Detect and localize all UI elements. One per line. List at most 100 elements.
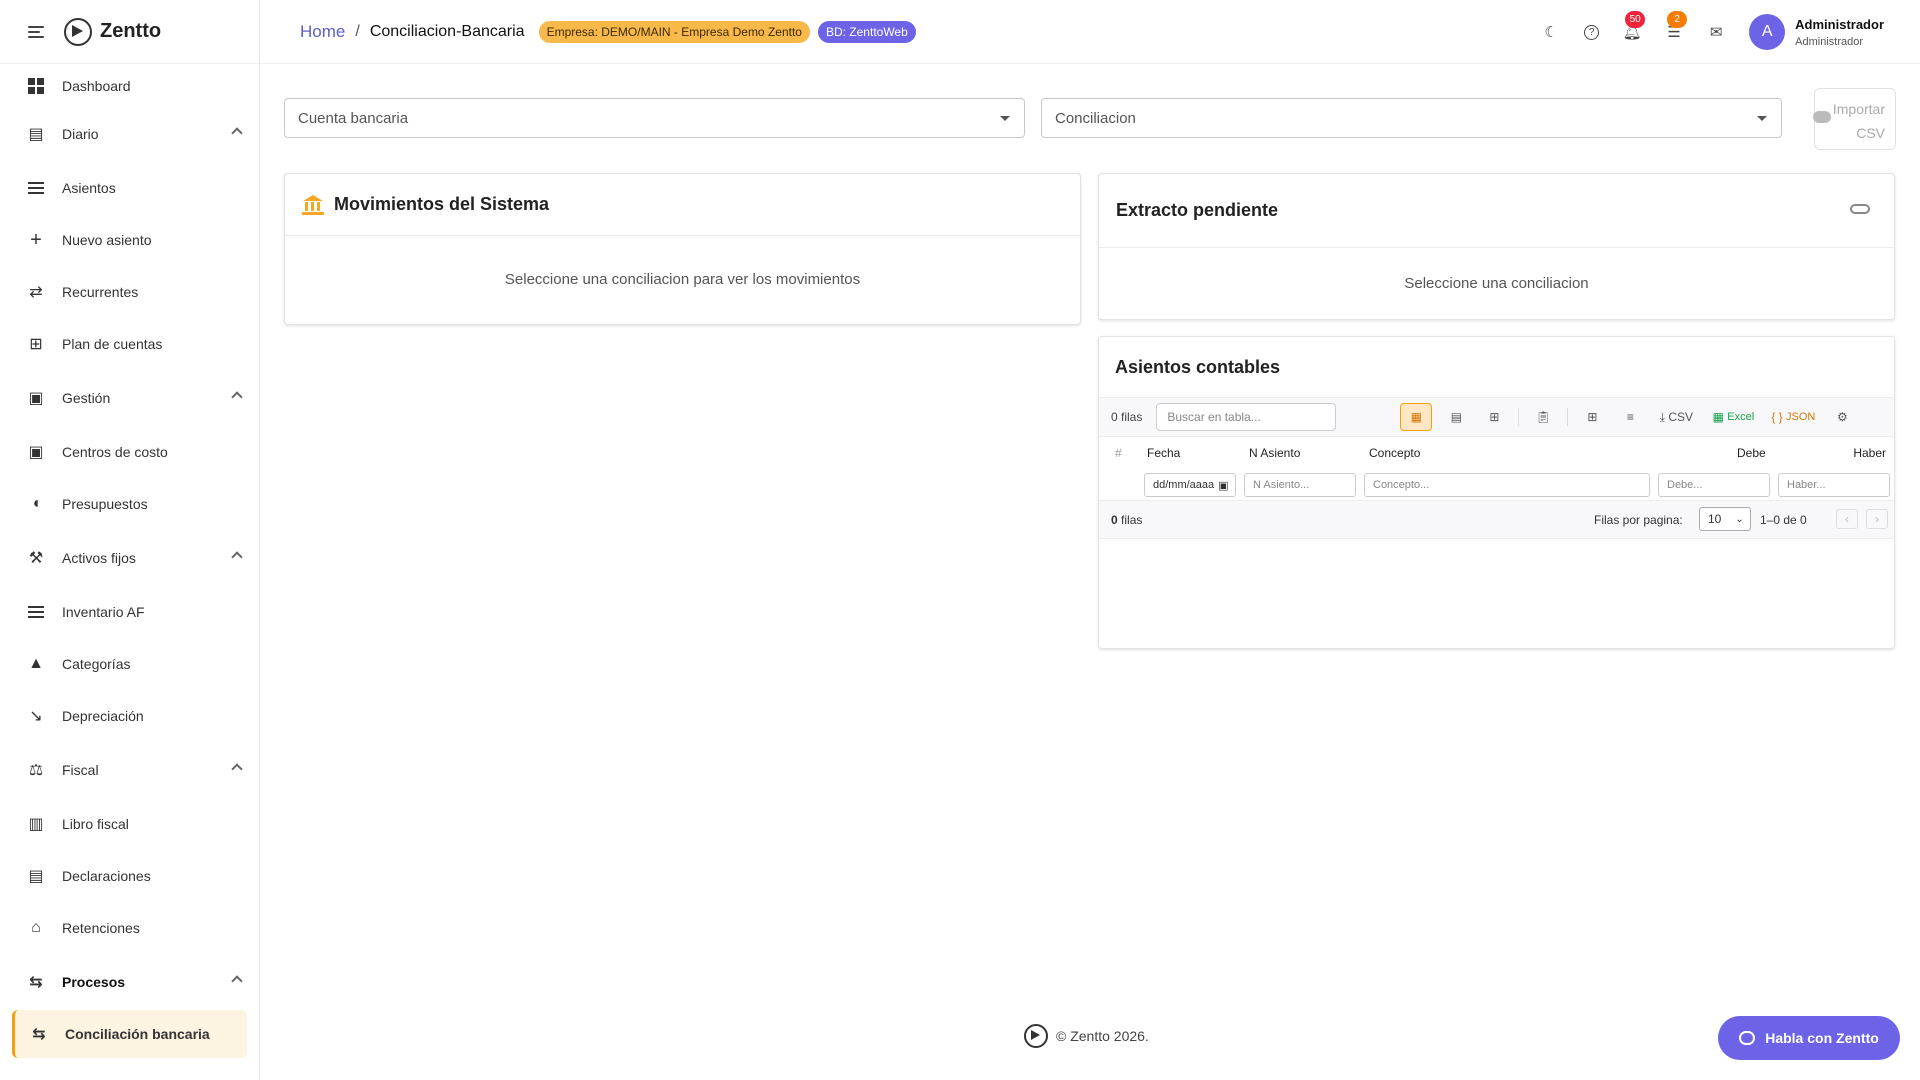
chevron-up-icon [231, 551, 243, 563]
tasks-badge: 2 [1667, 11, 1688, 28]
sidebar-item-label: Presupuestos [62, 496, 148, 512]
savings-icon: ◖ [31, 495, 41, 512]
card-header: Extracto pendiente [1099, 174, 1894, 248]
export-excel-button[interactable]: ▦ Excel [1708, 403, 1758, 431]
sidebar-item-dashboard[interactable]: Dashboard [0, 66, 259, 106]
company-chip[interactable]: Empresa: DEMO/MAIN - Empresa Demo Zentto [538, 20, 810, 43]
reconciliation-placeholder: Conciliacion [1055, 109, 1136, 127]
sidebar-item-categorias[interactable]: ▲ Categorías [0, 638, 259, 690]
sidebar-group-activos-fijos[interactable]: ⚒ Activos fijos [0, 530, 259, 586]
table-header: # Fecha N Asiento Concepto Debe Haber [1099, 437, 1894, 469]
sidebar-item-declaraciones[interactable]: ▤ Declaraciones [0, 850, 259, 902]
sidebar-item-label: Libro fiscal [62, 816, 129, 832]
dark-mode-icon[interactable]: ☾ [1542, 23, 1560, 41]
user-name: Administrador [1795, 16, 1884, 32]
export-json-button[interactable]: { } JSON [1768, 403, 1818, 431]
haber-filter-input[interactable]: Haber... [1778, 473, 1890, 497]
excel-label: Excel [1727, 411, 1755, 423]
asiento-filter-input[interactable]: N Asiento... [1244, 473, 1356, 497]
mail-icon[interactable]: ✉ [1707, 23, 1725, 41]
ledger-icon: ▥ [28, 816, 44, 833]
card-title: Asientos contables [1115, 356, 1281, 377]
sidebar-item-plan-de-cuentas[interactable]: ⊞ Plan de cuentas [0, 318, 259, 370]
debe-filter-input[interactable]: Debe... [1658, 473, 1770, 497]
clipboard-icon[interactable]: 📋︎ [1529, 403, 1557, 431]
sidebar-item-label: Conciliación bancaria [65, 1026, 210, 1042]
cloud-upload-icon [1813, 111, 1831, 123]
export-csv-button[interactable]: ⤓ CSV [1654, 403, 1698, 431]
footer-text: © Zentto 2026. [1056, 1028, 1149, 1044]
column-header[interactable]: Haber [1853, 446, 1886, 460]
sidebar-item-depreciacion[interactable]: ↘ Depreciación [0, 690, 259, 742]
breadcrumb-home[interactable]: Home [300, 22, 345, 42]
column-header[interactable]: Concepto [1369, 446, 1420, 460]
document-icon: ▤ [28, 868, 44, 885]
download-icon: ⤓ [1659, 409, 1665, 424]
rows-per-page-select[interactable]: 10 ⌄ [1699, 507, 1751, 531]
sidebar-item-conciliacion-bancaria[interactable]: ⇆ Conciliación bancaria [12, 1010, 247, 1058]
tasks-icon[interactable]: ☰ 2 [1665, 11, 1688, 41]
sidebar-item-inventario-af[interactable]: Inventario AF [0, 586, 259, 638]
zentto-logo-icon [1024, 1024, 1048, 1048]
chevron-up-icon [231, 391, 243, 403]
columns-icon[interactable]: ⊞ [1578, 403, 1606, 431]
chat-button[interactable]: Habla con Zentto [1718, 1016, 1900, 1060]
category-icon: ▲ [28, 655, 44, 672]
excel-icon: ▦ [1712, 410, 1724, 424]
dropdown-arrow-icon [1757, 116, 1767, 121]
table-search-input[interactable]: Buscar en tabla... [1156, 403, 1337, 431]
dashboard-icon [26, 76, 46, 96]
sidebar-group-gestion[interactable]: ▣ Gestión [0, 370, 259, 426]
next-page-button[interactable]: › [1866, 509, 1888, 529]
footer-credit: © Zentto 2026. [1024, 1024, 1149, 1048]
list-view-icon[interactable]: ▤ [1442, 403, 1470, 431]
column-header[interactable]: Debe [1737, 446, 1766, 460]
date-filter-input[interactable]: dd/mm/aaaa ▣ [1144, 473, 1236, 497]
chevron-up-icon [231, 127, 243, 139]
sidebar-item-nuevo-asiento[interactable]: + Nuevo asiento [0, 214, 259, 266]
date-filter-value: dd/mm/aaaa [1153, 479, 1215, 491]
pagination-info: 1–0 de 0 [1760, 512, 1807, 527]
table-view-icon[interactable]: ▦ [1400, 403, 1433, 431]
sidebar-group-diario[interactable]: ▤ Diario [0, 106, 259, 162]
toolbar-divider [1518, 408, 1520, 426]
user-info[interactable]: Administrador Administrador [1795, 17, 1884, 48]
footer-row-count: 0 filas [1111, 513, 1142, 527]
density-icon[interactable]: ≡ [1616, 403, 1644, 431]
sidebar-group-procesos[interactable]: ⇆ Procesos [0, 954, 259, 1010]
import-csv-button[interactable]: Importar CSV [1813, 88, 1896, 150]
concepto-filter-input[interactable]: Concepto... [1364, 473, 1650, 497]
app-name: Zentto [100, 20, 162, 42]
chevron-up-icon [231, 763, 243, 775]
help-icon[interactable]: ? [1584, 24, 1600, 40]
link-icon[interactable] [1850, 204, 1870, 214]
settings-icon[interactable]: ⚙ [1828, 403, 1856, 431]
avatar[interactable]: A [1749, 14, 1786, 50]
sidebar-item-label: Depreciación [62, 708, 144, 724]
database-chip[interactable]: BD: ZenttoWeb [817, 20, 916, 43]
sidebar-item-label: Dashboard [62, 78, 131, 94]
reconciliation-select[interactable]: Conciliacion [1041, 98, 1782, 138]
sidebar-item-presupuestos[interactable]: ◖ Presupuestos [0, 478, 259, 530]
user-role: Administrador [1795, 35, 1864, 48]
sidebar-group-fiscal[interactable]: ⚖ Fiscal [0, 742, 259, 798]
sidebar-item-centros-de-costo[interactable]: ▣ Centros de costo [0, 426, 259, 478]
prev-page-button[interactable]: ‹ [1836, 509, 1858, 529]
column-header[interactable]: N Asiento [1249, 446, 1300, 460]
pending-statement-card: Extracto pendiente Seleccione una concil… [1098, 173, 1895, 320]
sidebar-item-retenciones[interactable]: ⌂ Retenciones [0, 902, 259, 954]
sidebar-item-libro-fiscal[interactable]: ▥ Libro fiscal [0, 798, 259, 850]
header-actions: ☾ ? 🔔︎ 50 ☰ 2 ✉ A Administrador Administ… [1542, 0, 1884, 64]
column-header[interactable]: Fecha [1147, 446, 1180, 460]
list-icon [26, 602, 46, 622]
top-header: Home / Conciliacion-Bancaria Empresa: DE… [260, 0, 1920, 64]
sidebar-item-label: Declaraciones [62, 868, 151, 884]
sidebar-item-label: Centros de costo [62, 444, 168, 460]
grid-view-icon[interactable]: ⊞ [1480, 403, 1508, 431]
bank-account-select[interactable]: Cuenta bancaria [284, 98, 1025, 138]
sidebar-item-label: Plan de cuentas [62, 336, 163, 352]
notifications-icon[interactable]: 🔔︎ 50 [1623, 11, 1646, 41]
menu-icon[interactable] [28, 25, 44, 38]
sidebar-item-asientos[interactable]: Asientos [0, 162, 259, 214]
sidebar-item-recurrentes[interactable]: ⇄ Recurrentes [0, 266, 259, 318]
